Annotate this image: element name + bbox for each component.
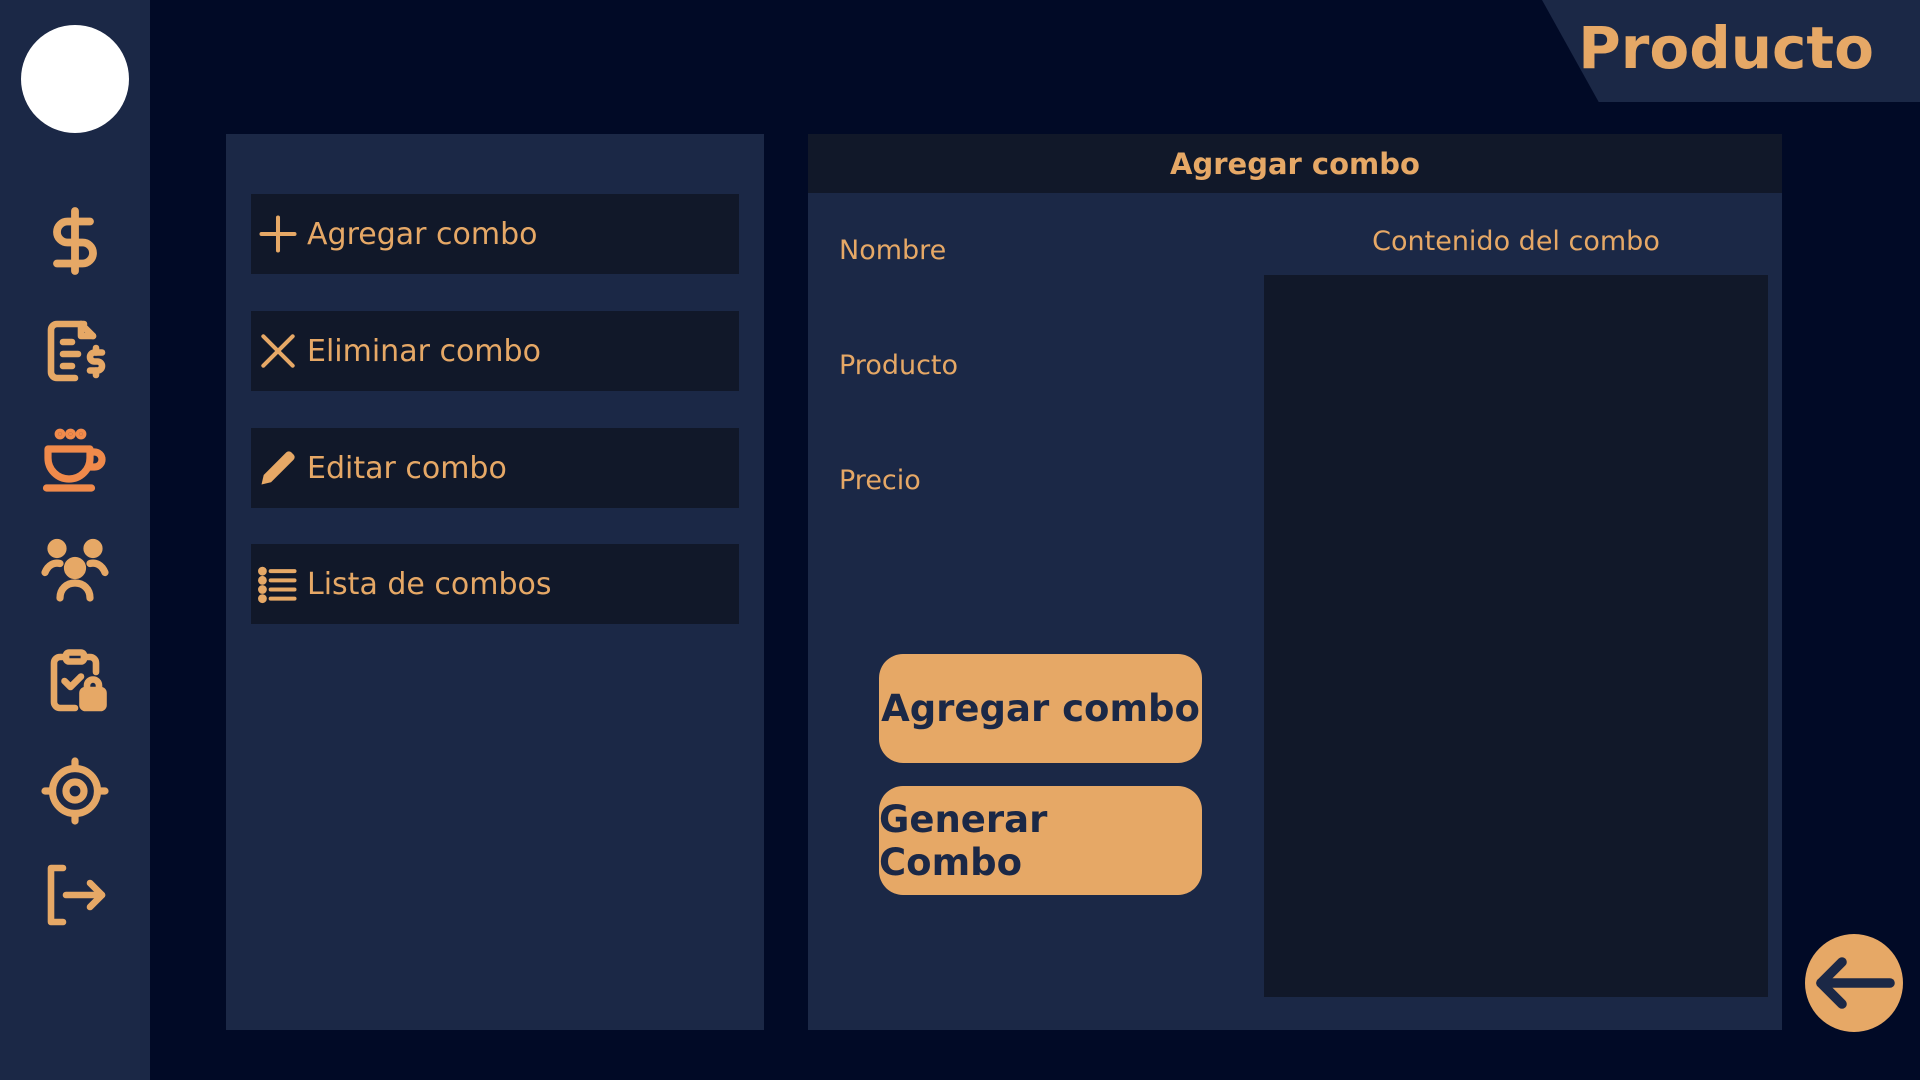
form-header: Agregar combo xyxy=(808,134,1782,193)
menu-delete-combo-label: Eliminar combo xyxy=(307,333,541,369)
avatar[interactable] xyxy=(21,25,129,133)
producto-label: Producto xyxy=(839,350,959,381)
sidebar-item-settings[interactable] xyxy=(30,746,120,836)
plus-icon xyxy=(259,215,297,253)
invoice-dollar-icon xyxy=(47,320,106,382)
title-tab: Producto xyxy=(1542,0,1920,102)
precio-label: Precio xyxy=(839,465,921,496)
sidebar-item-products[interactable] xyxy=(30,416,120,506)
combo-content-label: Contenido del combo xyxy=(1372,226,1660,257)
nombre-label: Nombre xyxy=(839,235,947,266)
add-combo-form: Agregar combo Nombre Producto Precio Con… xyxy=(808,134,1782,1030)
add-combo-button[interactable]: Agregar combo xyxy=(879,654,1202,763)
sidebar xyxy=(0,0,150,1080)
combo-menu-panel: Agregar combo Eliminar combo Editar comb… xyxy=(226,134,764,1030)
sidebar-item-finance[interactable] xyxy=(30,196,120,286)
menu-list-combos-label: Lista de combos xyxy=(307,566,552,602)
coffee-cup-icon xyxy=(42,428,106,492)
menu-edit-combo-label: Editar combo xyxy=(307,450,507,486)
arrow-left-icon xyxy=(1816,957,1895,1009)
pencil-icon xyxy=(261,451,295,485)
menu-add-combo-label: Agregar combo xyxy=(307,216,538,252)
sidebar-item-invoices[interactable] xyxy=(30,306,120,396)
back-button[interactable] xyxy=(1805,934,1903,1032)
users-group-icon xyxy=(41,538,109,602)
menu-list-combos-button[interactable]: Lista de combos xyxy=(251,544,739,624)
clipboard-lock-icon xyxy=(50,649,107,712)
combo-content-list[interactable] xyxy=(1264,275,1768,997)
close-icon xyxy=(261,334,295,368)
list-icon xyxy=(258,566,297,604)
generate-combo-button[interactable]: Generar Combo xyxy=(879,786,1202,895)
sidebar-item-users[interactable] xyxy=(30,526,120,616)
sidebar-item-logout[interactable] xyxy=(30,850,120,940)
logout-icon xyxy=(47,864,106,926)
menu-add-combo-button[interactable]: Agregar combo xyxy=(251,194,739,274)
sidebar-item-tasks[interactable] xyxy=(30,636,120,726)
dollar-icon xyxy=(53,207,97,275)
menu-delete-combo-button[interactable]: Eliminar combo xyxy=(251,311,739,391)
menu-edit-combo-button[interactable]: Editar combo xyxy=(251,428,739,508)
page-title: Producto xyxy=(1578,14,1874,82)
gear-icon xyxy=(41,757,109,825)
